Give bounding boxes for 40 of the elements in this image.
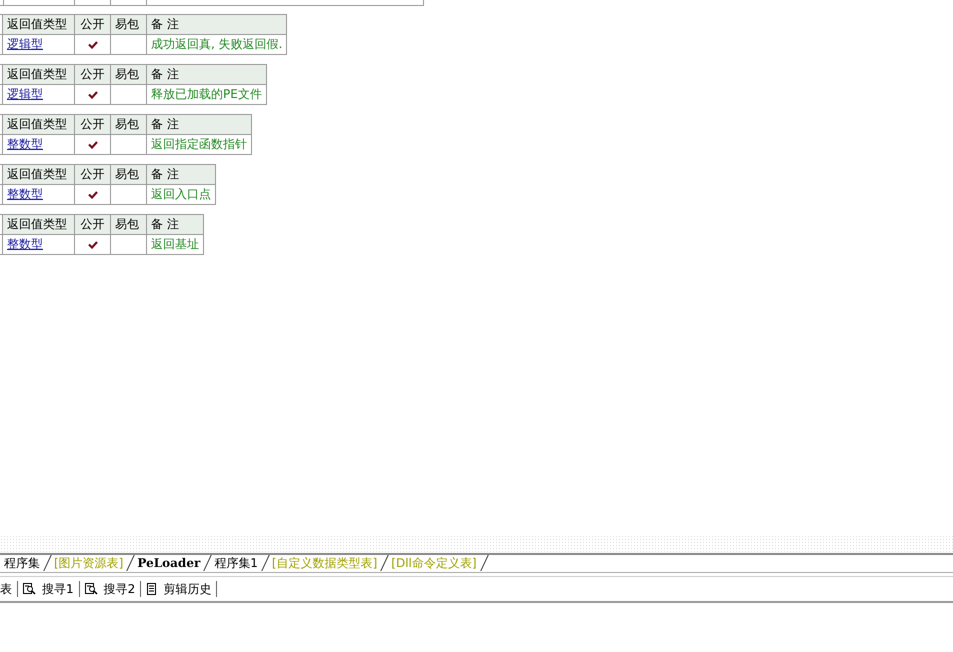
panel-tab[interactable]: 搜寻1 [18,581,80,597]
column-header: 易包 [110,214,146,234]
panel-tab[interactable]: 搜寻2 [80,581,142,597]
note-cell: 释放已加载的PE文件 [146,84,266,104]
note-cell: 返回入口点 [146,184,216,204]
column-header: 返回值类型 [2,214,74,234]
type-link[interactable]: 逻辑型 [2,84,74,104]
panel-tab[interactable]: 剪辑历史 [141,581,218,597]
column-header: 备 注 [146,14,287,34]
column-header: 返回值类型 [2,164,74,184]
column-header: 易包 [110,14,146,34]
column-header: 公开 [74,64,110,84]
search-icon [84,583,98,595]
column-header: 备 注 [146,214,204,234]
column-header: 公开 [74,164,110,184]
column-header: 返回值类型 [2,114,74,134]
search-icon [23,583,36,595]
column-header: 备 注 [146,164,216,184]
column-header: 易包 [110,114,146,134]
note-cell: 成功返回真, 失败返回假. [146,34,287,54]
column-header: 易包 [110,164,146,184]
type-link[interactable]: 整数型 [2,234,74,254]
column-header: 返回值类型 [2,64,74,84]
column-header: 公开 [74,214,110,234]
column-header: 易包 [110,64,146,84]
editor-tab[interactable]: PeLoader [133,555,210,572]
type-link[interactable]: 逻辑型 [2,34,74,54]
note-cell: 返回指定函数指针 [146,134,252,154]
editor-tab[interactable]: 程序集 [0,555,50,572]
document-icon [146,583,158,595]
column-header: 公开 [74,114,110,134]
column-header: 备 注 [146,114,252,134]
panel-tab[interactable]: 表 [0,581,18,597]
note-cell: 返回基址 [146,234,204,254]
type-link[interactable]: 整数型 [2,134,74,154]
type-link[interactable]: 整数型 [2,184,74,204]
column-header: 公开 [74,14,110,34]
column-header: 备 注 [146,64,266,84]
editor-tab[interactable]: 程序集1 [210,555,268,572]
column-header: 返回值类型 [2,14,74,34]
